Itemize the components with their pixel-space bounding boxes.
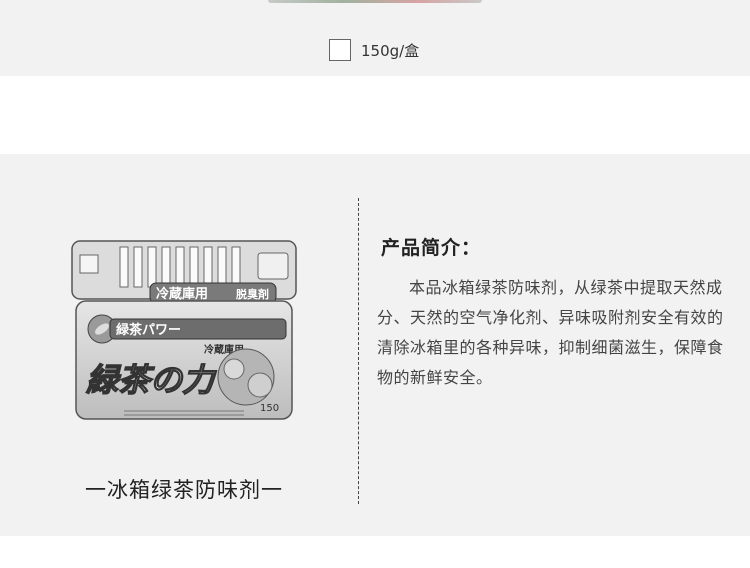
spec-checkbox[interactable] xyxy=(329,39,351,61)
lid-label-right-text: 脱臭剤 xyxy=(236,287,269,301)
product-caption: 一冰箱绿茶防味剂一 xyxy=(85,478,283,502)
lid-label-text: 冷蔵庫用 xyxy=(156,286,208,302)
intro-body: 本品冰箱绿茶防味剂，从绿茶中提取天然成分、天然的空气净化剂、异味吸附剂安全有效的… xyxy=(377,278,724,387)
product-photo: 冷蔵庫用 脱臭剤 緑茶パワー 冷蔵庫用 緑茶の力 150 xyxy=(71,240,297,420)
weight-text: 150 xyxy=(260,403,279,414)
top-spec-band: 150g/盒 xyxy=(0,0,750,76)
section-divider xyxy=(358,198,359,504)
previous-image-edge xyxy=(268,0,482,3)
intro-title: 产品简介： xyxy=(381,237,482,259)
brand-text: 緑茶の力 xyxy=(86,361,217,399)
spec-label: 150g/盒 xyxy=(361,41,420,60)
spec-option[interactable]: 150g/盒 xyxy=(329,37,419,63)
section-gap xyxy=(0,76,750,154)
banner-text: 緑茶パワー xyxy=(116,322,181,338)
